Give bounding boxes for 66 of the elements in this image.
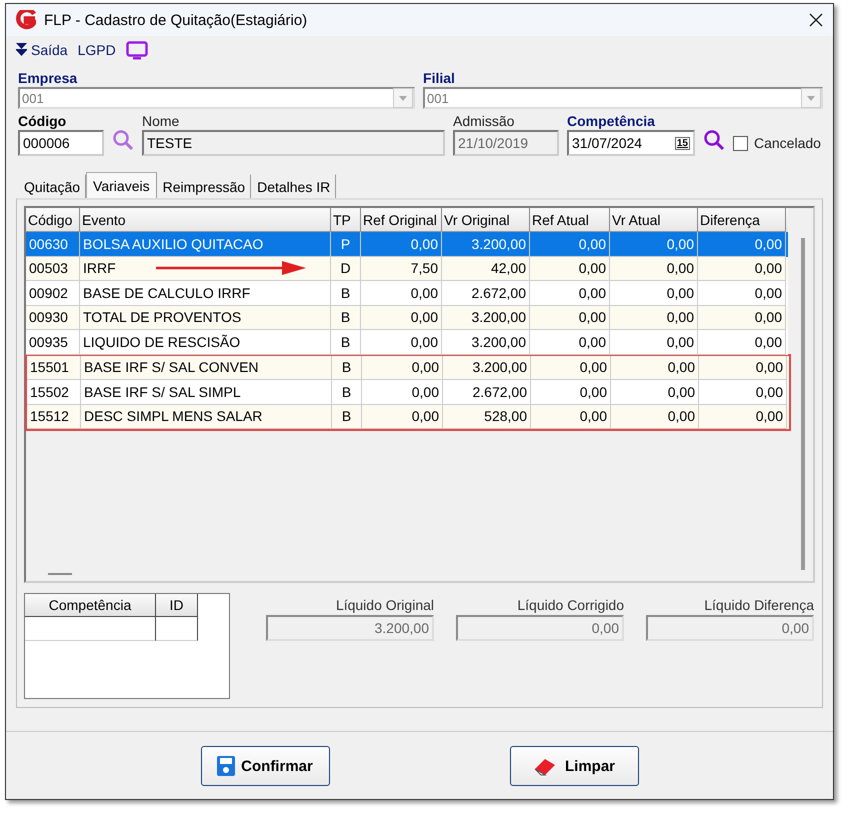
name-field[interactable]: TESTE (142, 130, 445, 156)
table-row[interactable]: 15501 BASE IRF S/ SAL CONVEN B 0,00 3.200,00 0,00 0,00 0,00 (27, 356, 789, 380)
table-cell: 0,00 (531, 404, 611, 429)
field-label: Competência (567, 113, 656, 129)
table-row[interactable]: 15502 BASE IRF S/ SAL SIMPL B 0,00 2.672,00 0,00 0,00 0,00 (27, 380, 789, 404)
total-field[interactable]: 0,00 (456, 615, 624, 641)
table-row[interactable]: 00935 LIQUIDO DE RESCISÃO B 0,00 3.200,00 0,00 0,00 0,00 (26, 330, 788, 354)
table-cell: 0,00 (530, 330, 610, 354)
table-cell: 0,00 (362, 404, 443, 429)
field-label: Admissão (453, 113, 516, 129)
search-icon[interactable] (703, 129, 725, 151)
table-cell: 3.200,00 (442, 330, 530, 354)
company-dropdown[interactable]: 001 (18, 87, 416, 109)
scrollbar[interactable] (801, 238, 805, 570)
table-row[interactable]: 15512 DESC SIMPL MENS SALAR B 0,00 528,00 0,00 0,00 0,00 (27, 404, 789, 429)
checkbox-label: Cancelado (754, 135, 821, 151)
admission-date-field[interactable]: 21/10/2019 (453, 130, 559, 156)
table-cell: 0,00 (699, 404, 787, 429)
app-logo-icon (16, 10, 36, 30)
tab[interactable]: Reimpressão (156, 174, 252, 198)
table-cell: 0,00 (361, 330, 442, 354)
field-label: Líquido Diferença (704, 597, 814, 613)
field-label: Empresa (18, 70, 78, 86)
table-cell: LIQUIDO DE RESCISÃO (80, 330, 331, 354)
table-cell: 0,00 (610, 330, 698, 354)
caret-icon (807, 96, 815, 100)
table-row[interactable]: 00902 BASE DE CALCULO IRRF B 0,00 2.672,00 0,00 0,00 0,00 (26, 281, 788, 306)
total-field[interactable]: 0,00 (646, 615, 814, 641)
table-cell: 0,00 (611, 404, 699, 429)
scrollbar[interactable] (48, 573, 72, 575)
column-header[interactable]: Competência (25, 594, 156, 617)
exit-menu-item[interactable]: Saída (31, 42, 68, 58)
window-title: FLP - Cadastro de Quitação(Estagiário) (44, 12, 308, 28)
field-label: Líquido Corrigido (517, 597, 624, 613)
table-cell: B (332, 404, 362, 429)
tab[interactable]: Detalhes IR (251, 174, 336, 198)
table-cell: DESC SIMPL MENS SALAR (81, 404, 332, 429)
calendar-icon[interactable]: 15 (674, 136, 690, 150)
table-cell: 528,00 (443, 404, 531, 429)
field-label: Filial (423, 70, 456, 86)
caret-icon (399, 96, 408, 100)
close-icon[interactable] (809, 13, 823, 27)
table-cell: B (331, 330, 361, 354)
table-row[interactable]: 00630 BOLSA AUXILIO QUITACAO P 0,00 3.200,00 0,00 0,00 0,00 (26, 232, 788, 256)
monitor-icon[interactable] (126, 40, 148, 60)
confirm-button[interactable]: Confirmar (200, 746, 330, 786)
search-icon[interactable] (112, 129, 134, 151)
branch-dropdown[interactable]: 001 (423, 87, 823, 109)
table-cell: 15512 (27, 404, 81, 429)
field-label: Código (18, 113, 68, 129)
checkbox[interactable] (733, 136, 748, 150)
clear-button[interactable]: Limpar (510, 746, 638, 786)
double-down-arrow-icon (16, 43, 27, 57)
lgpd-menu-item[interactable]: LGPD (78, 42, 116, 58)
column-header[interactable]: ID (156, 594, 198, 617)
table-row[interactable]: 00503 IRRF D 7,50 42,00 0,00 0,00 0,00 (26, 256, 788, 281)
code-field[interactable]: 000006 (18, 130, 104, 156)
table-cell: 00935 (26, 330, 80, 354)
table-cell (156, 617, 198, 641)
table-row[interactable]: 00930 TOTAL DE PROVENTOS B 0,00 3.200,00 0,00 0,00 0,00 (26, 306, 788, 330)
total-field[interactable]: 3.200,00 (266, 615, 434, 641)
field-label: Líquido Original (336, 597, 434, 613)
date-field[interactable]: 31/07/2024 15 (567, 130, 695, 156)
field-label: Nome (142, 113, 180, 129)
table-cell: 0,00 (698, 330, 786, 354)
tab[interactable]: Variaveis (86, 172, 157, 198)
